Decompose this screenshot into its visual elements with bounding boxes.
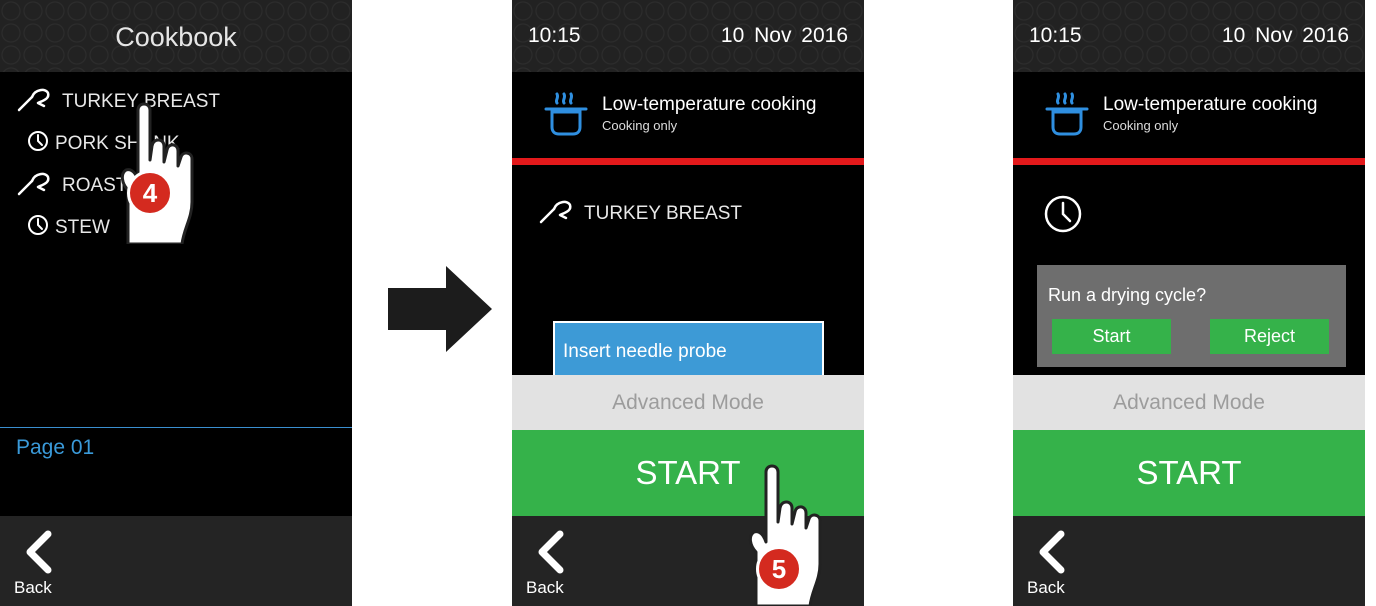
- cooking-mode-header: Low-temperature cooking Cooking only: [1013, 72, 1365, 158]
- pointing-hand-icon: 4: [112, 94, 208, 249]
- top-bar: 10:15 10 Nov 2016: [512, 0, 864, 72]
- clock-icon: [27, 130, 49, 158]
- pot-steam-icon: [1045, 92, 1089, 136]
- start-button[interactable]: START: [1013, 430, 1365, 516]
- probe-icon: [16, 86, 56, 118]
- clock-time: 10:15: [1029, 24, 1082, 47]
- clock-time: 10:15: [528, 24, 581, 47]
- dialog-start-button[interactable]: Start: [1052, 319, 1171, 354]
- cooking-mode-header: Low-temperature cooking Cooking only: [512, 72, 864, 158]
- recipe-label: STEW: [55, 217, 110, 238]
- cooking-screen-probe: 10:15 10 Nov 2016 Low-temperature cookin…: [512, 0, 864, 606]
- cooking-mode-title: Low-temperature cooking: [1103, 94, 1318, 115]
- pot-steam-icon: [544, 92, 588, 136]
- step-badge: 4: [127, 170, 173, 216]
- page-title: Cookbook: [115, 22, 237, 52]
- back-label: Back: [14, 578, 52, 597]
- drying-cycle-dialog: Run a drying cycle? Start Reject: [1037, 265, 1346, 367]
- step-badge: 5: [756, 546, 802, 592]
- back-label: Back: [526, 578, 564, 597]
- selected-recipe: TURKEY BREAST: [538, 196, 742, 232]
- pointing-hand-icon: 5: [740, 456, 836, 606]
- chevron-left-icon: [26, 530, 52, 574]
- chevron-left-icon: [1039, 530, 1065, 574]
- bottom-bar: Back: [0, 516, 352, 606]
- cooking-mode-title: Low-temperature cooking: [602, 94, 817, 115]
- back-label: Back: [1027, 578, 1065, 597]
- recipe-item-stew[interactable]: STEW: [27, 210, 110, 246]
- status-separator: [512, 158, 864, 165]
- page-indicator: Page 01: [16, 436, 95, 459]
- page-separator: [0, 427, 352, 428]
- clock-icon: [27, 214, 49, 242]
- arrow-right-icon: [388, 266, 492, 352]
- cooking-mode-subtitle: Cooking only: [1103, 118, 1179, 133]
- top-bar: 10:15 10 Nov 2016: [1013, 0, 1365, 72]
- probe-icon: [16, 170, 56, 202]
- probe-notification: Insert needle probe: [553, 321, 824, 375]
- recipe-label: TURKEY BREAST: [584, 203, 743, 224]
- dialog-reject-button[interactable]: Reject: [1210, 319, 1329, 354]
- current-date: 10 Nov 2016: [1221, 24, 1349, 47]
- advanced-mode-button[interactable]: Advanced Mode: [1013, 375, 1365, 430]
- current-date: 10 Nov 2016: [720, 24, 848, 47]
- probe-icon: [538, 198, 578, 230]
- top-bar: Cookbook: [0, 0, 352, 72]
- clock-icon: [1044, 195, 1082, 233]
- cooking-screen-drying: 10:15 10 Nov 2016 Low-temperature cookin…: [1013, 0, 1365, 606]
- chevron-left-icon: [538, 530, 564, 574]
- cooking-mode-subtitle: Cooking only: [602, 118, 678, 133]
- advanced-mode-button[interactable]: Advanced Mode: [512, 375, 864, 430]
- status-separator: [1013, 158, 1365, 165]
- recipe-item-roast[interactable]: ROAST: [16, 168, 127, 204]
- dialog-question: Run a drying cycle?: [1048, 285, 1207, 305]
- cookbook-screen: Cookbook TURKEY BREAST PORK SHANK ROAST …: [0, 0, 352, 606]
- bottom-bar: Back: [1013, 516, 1365, 606]
